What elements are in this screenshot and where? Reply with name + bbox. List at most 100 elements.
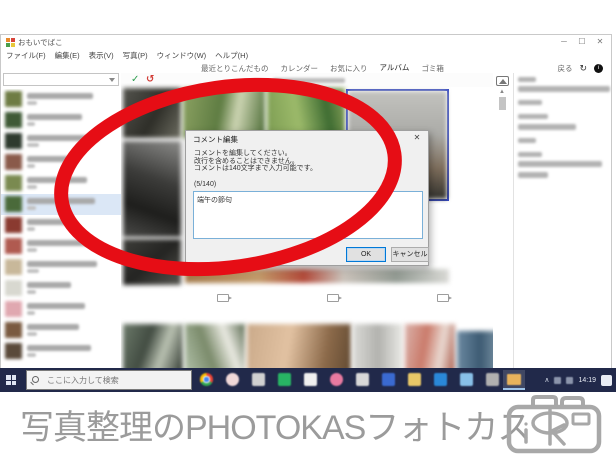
album-count-blurred: [27, 122, 35, 126]
menu-item[interactable]: 写真(P): [123, 50, 148, 61]
cancel-button[interactable]: キャンセル: [391, 247, 429, 262]
album-title-blurred: [27, 282, 71, 288]
close-button[interactable]: ✕: [591, 36, 609, 48]
album-list-item[interactable]: [1, 278, 121, 299]
screenshot-root: おもいでばこ ─ ☐ ✕ ファイル(F) 編集(E) 表示(V) 写真(P) ウィンドウ…: [0, 0, 616, 460]
album-list-item[interactable]: [1, 194, 121, 215]
photo-thumbnail[interactable]: [185, 269, 449, 283]
album-list-item[interactable]: [1, 236, 121, 257]
photo-thumbnail[interactable]: [457, 331, 493, 368]
tray-expand-icon[interactable]: ∧: [544, 376, 549, 384]
album-title-blurred: [27, 177, 87, 183]
album-count-blurred: [27, 206, 36, 210]
album-count-blurred: [27, 269, 39, 273]
album-count-blurred: [27, 332, 37, 336]
album-thumbnail: [5, 301, 22, 317]
taskbar-app-icon[interactable]: [278, 373, 291, 386]
taskbar-app-icon[interactable]: [408, 373, 421, 386]
panel-divider: [513, 73, 514, 368]
confirm-check-icon[interactable]: ✓: [131, 74, 139, 85]
metadata-line-blurred: [518, 77, 536, 82]
taskbar-app-icon[interactable]: [486, 373, 499, 386]
taskbar-clock[interactable]: 14:19: [578, 377, 596, 384]
ok-button[interactable]: OK: [346, 247, 386, 262]
search-icon: [32, 376, 39, 383]
photo-thumbnail[interactable]: [353, 324, 403, 368]
scroll-up-icon[interactable]: ▲: [499, 89, 505, 95]
album-title-blurred: [27, 303, 85, 309]
taskbar-app-icon[interactable]: [330, 373, 343, 386]
taskbar-app-icon[interactable]: [226, 373, 239, 386]
album-list-item[interactable]: [1, 110, 121, 131]
album-title-blurred: [27, 93, 93, 99]
menu-item[interactable]: ウィンドウ(W): [157, 50, 207, 61]
metadata-line-blurred: [518, 138, 536, 143]
album-list-item[interactable]: [1, 299, 121, 320]
undo-icon[interactable]: ↺: [146, 74, 154, 85]
album-count-blurred: [27, 227, 35, 231]
album-title-blurred: [27, 324, 79, 330]
tray-icon[interactable]: [566, 376, 574, 384]
photo-thumbnail[interactable]: [123, 239, 181, 285]
start-button[interactable]: [6, 375, 16, 385]
photokas-banner: 写真整理のPHOTOKASフォトカス: [0, 392, 616, 460]
windows-taskbar: ∧ 14:19: [0, 368, 616, 392]
camera-logo-icon: [506, 395, 602, 454]
photo-thumbnail[interactable]: [123, 324, 183, 368]
photo-thumbnail[interactable]: [123, 141, 181, 237]
scrollbar-thumb[interactable]: [499, 97, 506, 110]
sidebar-filter-box[interactable]: [3, 73, 119, 86]
taskbar-app-icon[interactable]: [460, 373, 473, 386]
taskbar-app-icon[interactable]: [304, 373, 317, 386]
album-list-item[interactable]: [1, 320, 121, 341]
album-list-item[interactable]: [1, 89, 121, 110]
photo-thumbnail[interactable]: [405, 324, 455, 368]
taskbar-search[interactable]: [26, 370, 192, 390]
window-controls: ─ ☐ ✕: [555, 36, 609, 48]
menu-item[interactable]: 編集(E): [55, 50, 80, 61]
comment-input[interactable]: 端午の節句: [193, 191, 423, 239]
photo-thumbnail[interactable]: [185, 324, 245, 368]
album-list-item[interactable]: [1, 152, 121, 173]
album-list-item[interactable]: [1, 257, 121, 278]
action-center-icon[interactable]: [601, 374, 612, 386]
taskbar-app-icon[interactable]: [382, 373, 395, 386]
album-title-blurred: [27, 198, 95, 204]
album-thumbnail: [5, 217, 22, 233]
album-sidebar: [1, 73, 121, 368]
album-thumbnail: [5, 196, 22, 212]
taskbar-app-icon[interactable]: [356, 373, 369, 386]
album-list-item[interactable]: [1, 131, 121, 152]
album-list-item[interactable]: [1, 341, 121, 362]
album-count-blurred: [27, 290, 36, 294]
search-input[interactable]: [47, 371, 187, 389]
system-tray: ∧ 14:19: [544, 368, 612, 392]
metadata-line-blurred: [518, 86, 610, 92]
taskbar-app-icon[interactable]: [434, 373, 447, 386]
dialog-close-icon[interactable]: ✕: [411, 133, 423, 142]
album-thumbnail: [5, 322, 22, 338]
minimize-button[interactable]: ─: [555, 36, 573, 48]
video-camera-icon: [327, 294, 342, 302]
active-app-button[interactable]: [503, 370, 525, 390]
chevron-down-icon: [109, 78, 115, 82]
menu-item[interactable]: 表示(V): [89, 50, 114, 61]
tray-icon[interactable]: [554, 376, 562, 384]
info-icon[interactable]: i: [594, 64, 603, 73]
album-list-item[interactable]: [1, 215, 121, 236]
taskbar-app-icon[interactable]: [252, 373, 265, 386]
menu-item[interactable]: ファイル(F): [6, 50, 46, 61]
album-thumbnail: [5, 175, 22, 191]
dialog-title: コメント編集: [193, 135, 238, 144]
album-list-item[interactable]: [1, 173, 121, 194]
maximize-button[interactable]: ☐: [573, 36, 591, 48]
menu-item[interactable]: ヘルプ(H): [215, 50, 248, 61]
album-thumbnail: [5, 259, 22, 275]
menu-bar: ファイル(F) 編集(E) 表示(V) 写真(P) ウィンドウ(W) ヘルプ(H): [1, 49, 611, 62]
window-title: おもいでばこ: [18, 38, 63, 47]
album-title-blurred: [27, 240, 89, 246]
photo-thumbnail[interactable]: [123, 88, 181, 138]
photo-thumbnail[interactable]: [247, 324, 351, 368]
taskbar-icons: [200, 373, 499, 387]
taskbar-app-icon[interactable]: [200, 373, 213, 386]
